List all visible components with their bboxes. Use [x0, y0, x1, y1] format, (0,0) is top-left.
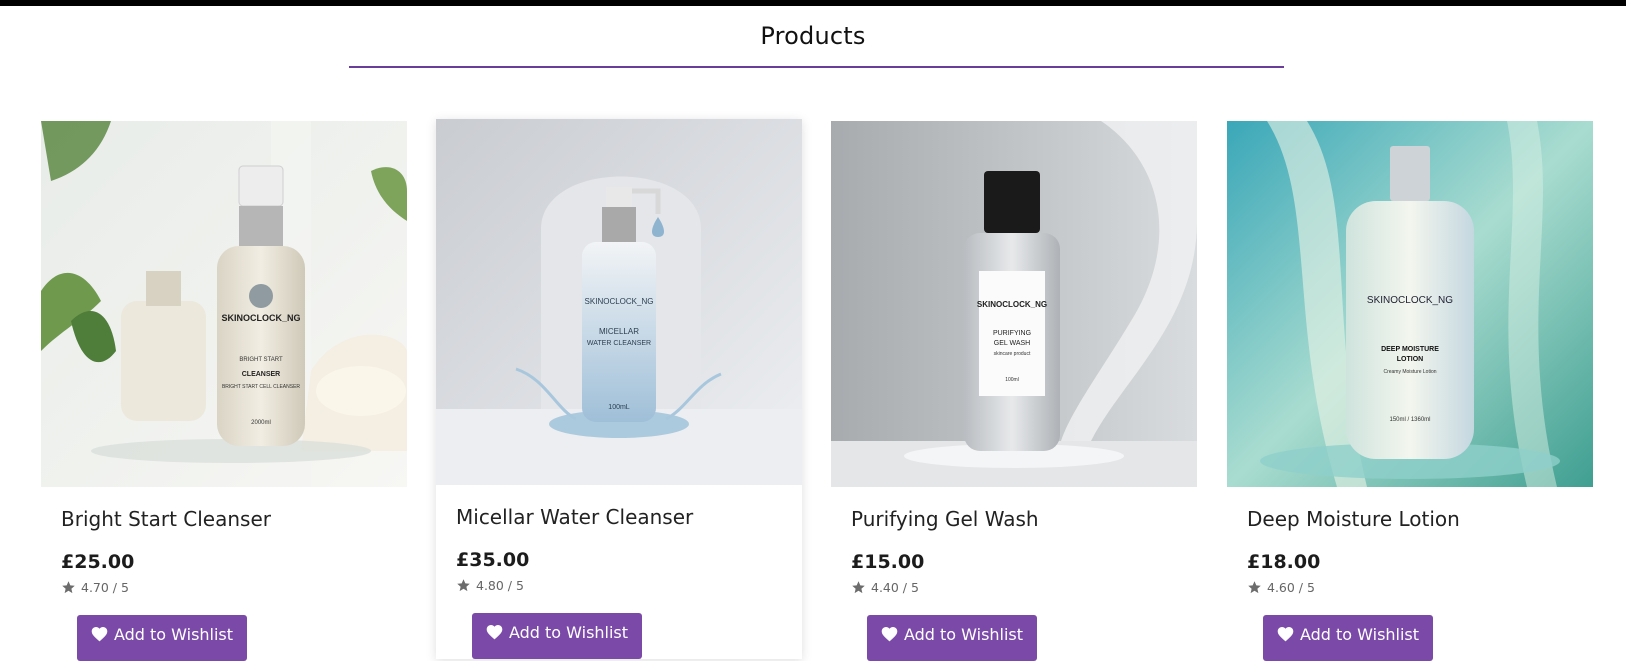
rating-value: 4.60 / 5 — [1267, 580, 1315, 595]
heart-icon — [486, 625, 503, 640]
heart-icon — [1277, 627, 1294, 642]
product-price: £18.00 — [1247, 551, 1321, 573]
page-title: Products — [760, 22, 866, 50]
star-icon — [1248, 581, 1261, 594]
product-price: £15.00 — [851, 551, 925, 573]
svg-text:MICELLAR: MICELLAR — [599, 327, 639, 336]
star-icon — [62, 581, 75, 594]
product-card: SKINOCLOCK_NG BRIGHT START CLEANSER BRIG… — [41, 121, 407, 661]
svg-text:BRIGHT START CELL CLEANSER: BRIGHT START CELL CLEANSER — [222, 384, 300, 390]
svg-text:2000ml: 2000ml — [251, 420, 271, 426]
svg-text:SKINOCLOCK_NG: SKINOCLOCK_NG — [1367, 295, 1453, 306]
heart-icon — [91, 627, 108, 642]
product-name[interactable]: Bright Start Cleanser — [61, 507, 271, 531]
svg-text:SKINOCLOCK_NG: SKINOCLOCK_NG — [977, 300, 1047, 309]
svg-text:skincare product: skincare product — [994, 351, 1031, 357]
product-card: SKINOCLOCK_NG DEEP MOISTURE LOTION Cream… — [1227, 121, 1593, 661]
product-rating: 4.40 / 5 — [851, 580, 919, 595]
wishlist-label: Add to Wishlist — [508, 622, 629, 642]
add-to-wishlist-button[interactable]: Add to Wishlist — [77, 615, 247, 661]
product-name[interactable]: Purifying Gel Wash — [851, 507, 1039, 531]
wishlist-label: Add to Wishlist — [1299, 624, 1420, 644]
star-icon — [457, 579, 470, 592]
product-rating: 4.60 / 5 — [1247, 580, 1315, 595]
wishlist-label: Add to Wishlist — [113, 624, 234, 644]
svg-text:DEEP MOISTURE: DEEP MOISTURE — [1381, 346, 1439, 353]
svg-text:WATER CLEANSER: WATER CLEANSER — [587, 340, 651, 347]
rating-value: 4.80 / 5 — [476, 578, 524, 593]
add-to-wishlist-button[interactable]: Add to Wishlist — [1263, 615, 1433, 661]
product-image[interactable]: SKINOCLOCK_NG BRIGHT START CLEANSER BRIG… — [41, 121, 407, 487]
svg-text:100mL: 100mL — [608, 404, 630, 411]
svg-text:BRIGHT START: BRIGHT START — [239, 357, 283, 363]
svg-text:100ml: 100ml — [1005, 377, 1019, 383]
svg-text:SKINOCLOCK_NG: SKINOCLOCK_NG — [585, 297, 654, 306]
title-underline — [349, 66, 1284, 68]
product-name[interactable]: Deep Moisture Lotion — [1247, 507, 1460, 531]
wishlist-label: Add to Wishlist — [903, 624, 1024, 644]
product-name[interactable]: Micellar Water Cleanser — [456, 505, 693, 529]
product-rating: 4.80 / 5 — [456, 578, 524, 593]
svg-text:LOTION: LOTION — [1397, 356, 1423, 363]
product-image[interactable]: SKINOCLOCK_NG MICELLAR WATER CLEANSER 10… — [436, 119, 802, 485]
product-price: £25.00 — [61, 551, 135, 573]
product-price: £35.00 — [456, 549, 530, 571]
top-bar — [0, 0, 1626, 6]
svg-text:Creamy Moisture Lotion: Creamy Moisture Lotion — [1383, 369, 1436, 375]
heart-icon — [881, 627, 898, 642]
svg-text:PURIFYING: PURIFYING — [993, 330, 1031, 337]
svg-text:CLEANSER: CLEANSER — [242, 371, 281, 378]
rating-value: 4.40 / 5 — [871, 580, 919, 595]
add-to-wishlist-button[interactable]: Add to Wishlist — [472, 613, 642, 659]
svg-text:150ml / 1360ml: 150ml / 1360ml — [1389, 417, 1430, 423]
star-icon — [852, 581, 865, 594]
product-rating: 4.70 / 5 — [61, 580, 129, 595]
svg-text:GEL WASH: GEL WASH — [994, 340, 1030, 347]
rating-value: 4.70 / 5 — [81, 580, 129, 595]
product-image[interactable]: SKINOCLOCK_NG DEEP MOISTURE LOTION Cream… — [1227, 121, 1593, 487]
add-to-wishlist-button[interactable]: Add to Wishlist — [867, 615, 1037, 661]
product-image[interactable]: SKINOCLOCK_NG PURIFYING GEL WASH skincar… — [831, 121, 1197, 487]
product-card: SKINOCLOCK_NG MICELLAR WATER CLEANSER 10… — [436, 119, 802, 659]
product-card: SKINOCLOCK_NG PURIFYING GEL WASH skincar… — [831, 121, 1197, 661]
svg-text:SKINOCLOCK_NG: SKINOCLOCK_NG — [221, 313, 300, 323]
